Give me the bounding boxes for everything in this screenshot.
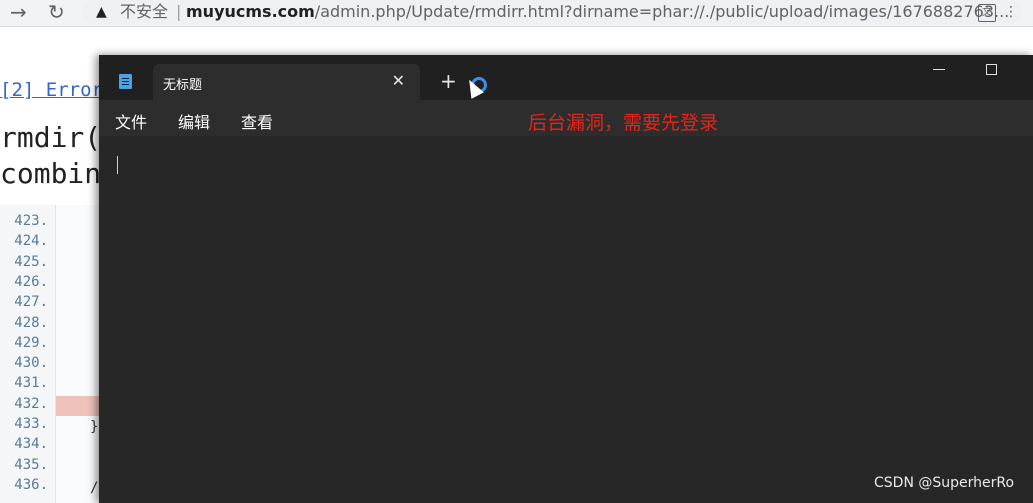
line-number: 423. [14,213,48,229]
omnibox-divider: | [176,2,182,21]
line-number: 432. [14,395,48,412]
line-number: 436. [14,476,48,493]
annotation-note: 后台漏洞，需要先登录 [528,112,719,134]
code-fragment: / [90,480,99,496]
reload-icon[interactable]: ↻ [48,0,65,26]
browser-address-bar: → ↻ ▲ 不安全 | muyucms.com/admin.php/Update… [0,0,1033,27]
new-tab-icon[interactable]: + [440,71,457,91]
tab-untitled[interactable]: 无标题 ✕ [153,64,420,100]
text-caret [117,156,118,174]
close-tab-icon[interactable]: ✕ [392,71,405,90]
maximize-icon[interactable] [986,64,997,75]
minimize-icon[interactable] [933,69,945,70]
code-fragment: } [90,419,99,435]
insecure-label[interactable]: 不安全 [120,0,168,24]
notepad-menu-bar: 文件 编辑 查看 后台漏洞，需要先登录 [99,100,1033,136]
more-icon[interactable]: ⋮ [1004,0,1018,24]
tab-title: 无标题 [163,78,203,93]
url-omnibox[interactable]: ▲ 不安全 | muyucms.com/admin.php/Update/rmd… [82,0,1022,24]
url-path: /admin.php/Update/rmdirr.html?dirname=ph… [314,2,1010,21]
menu-view[interactable]: 查看 [241,109,273,133]
forward-arrow-icon[interactable]: → [10,0,27,26]
line-number: 427. [14,294,48,311]
menu-edit[interactable]: 编辑 [178,109,210,133]
notepad-text-area[interactable] [99,136,1033,503]
line-number: 425. [14,253,48,270]
url-host: muyucms.com [186,2,315,21]
error-message-line-1: rmdir( [0,121,102,154]
line-number: 434. [14,436,48,453]
line-number: 426. [14,273,48,290]
notepad-window: 无标题 ✕ + 文件 编辑 查看 后台漏洞，需要先登录 [99,55,1033,503]
translate-icon[interactable]: 文 [978,4,996,22]
warning-icon[interactable]: ▲ [96,0,107,24]
watermark: CSDN @SuperherRo [874,475,1015,491]
menu-file[interactable]: 文件 [115,109,147,133]
notepad-app-icon [119,74,132,89]
line-number: 428. [14,314,48,331]
line-number: 429. [14,334,48,351]
line-number: 430. [14,355,48,372]
line-number: 435. [14,456,48,473]
line-number: 431. [14,375,48,392]
line-number: 424. [14,233,48,250]
url-text[interactable]: muyucms.com/admin.php/Update/rmdirr.html… [186,0,1009,24]
line-number: 433. [14,416,48,432]
error-link[interactable]: [2] Error [0,79,103,101]
error-message-line-2: combin [0,157,102,190]
notepad-title-bar: 无标题 ✕ + [99,55,1033,100]
